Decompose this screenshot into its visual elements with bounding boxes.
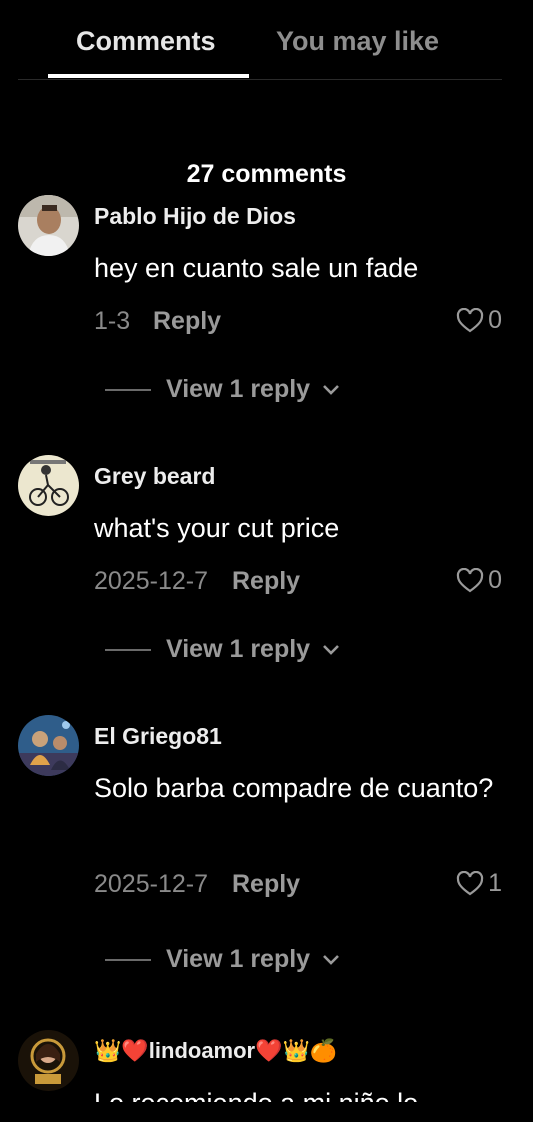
avatar[interactable] xyxy=(18,195,79,256)
active-tab-indicator xyxy=(48,74,249,78)
view-replies-label: View 1 reply xyxy=(166,635,311,663)
avatar[interactable] xyxy=(18,455,79,516)
like-button[interactable]: 0 xyxy=(456,566,502,595)
heart-outline-icon xyxy=(456,307,484,332)
view-replies-label: View 1 reply xyxy=(166,945,311,973)
view-replies-button[interactable]: View 1 reply xyxy=(105,945,340,974)
like-button[interactable]: 0 xyxy=(456,306,502,335)
reply-button[interactable]: Reply xyxy=(232,870,300,899)
reply-button[interactable]: Reply xyxy=(232,567,300,596)
like-count: 0 xyxy=(488,306,502,334)
comment-text: Solo barba compadre de cuanto? xyxy=(94,773,494,803)
like-count: 0 xyxy=(488,566,502,594)
comment-date: 1-3 xyxy=(94,307,131,335)
divider-line xyxy=(105,648,151,651)
heart-outline-icon xyxy=(456,567,484,592)
chevron-down-icon xyxy=(323,384,339,395)
tab-you-may-like[interactable]: You may like xyxy=(276,26,439,57)
comment-username[interactable]: Grey beard xyxy=(94,463,215,490)
comment-date: 2025-12-7 xyxy=(94,567,208,595)
chevron-down-icon xyxy=(323,644,339,655)
comment-username[interactable]: 👑❤️lindoamor❤️👑🍊 xyxy=(94,1038,337,1064)
avatar[interactable] xyxy=(18,1030,79,1091)
comment-username[interactable]: Pablo Hijo de Dios xyxy=(94,203,296,230)
comment-text: what's your cut price xyxy=(94,513,340,543)
heart-outline-icon xyxy=(456,870,484,895)
view-replies-label: View 1 reply xyxy=(166,375,311,403)
tab-bar: Comments You may like xyxy=(18,0,502,80)
comment-count: 27 comments xyxy=(186,160,347,188)
view-replies-button[interactable]: View 1 reply xyxy=(105,375,340,404)
reply-button[interactable]: Reply xyxy=(153,307,221,336)
comment-text: Lo recomiendo a mi niño lo xyxy=(94,1082,494,1102)
view-replies-button[interactable]: View 1 reply xyxy=(105,635,340,664)
comment-username[interactable]: El Griego81 xyxy=(94,723,222,750)
avatar[interactable] xyxy=(18,715,79,776)
chevron-down-icon xyxy=(323,954,339,965)
like-button[interactable]: 1 xyxy=(456,869,502,898)
tab-comments[interactable]: Comments xyxy=(76,26,216,57)
divider-line xyxy=(105,388,151,391)
comment-date: 2025-12-7 xyxy=(94,870,208,898)
divider-line xyxy=(105,958,151,961)
like-count: 1 xyxy=(488,869,502,897)
comment-text: hey en cuanto sale un fade xyxy=(94,253,419,283)
